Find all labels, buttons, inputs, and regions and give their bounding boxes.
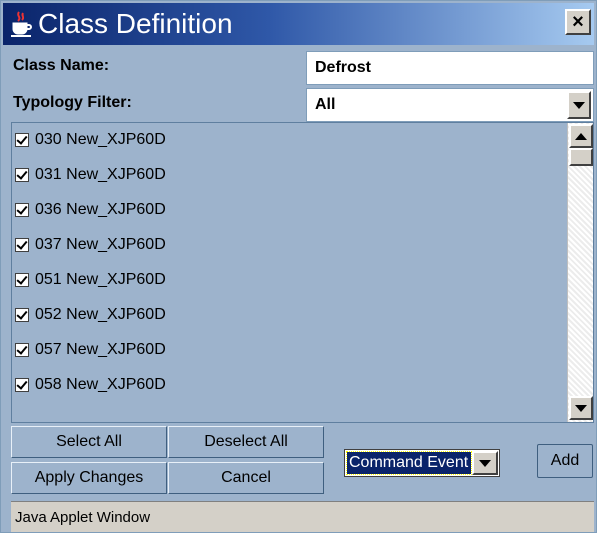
class-name-label: Class Name: [13,57,110,74]
title-bar: Class Definition × [3,3,594,45]
typology-filter-select[interactable]: All [306,88,594,122]
typology-filter-value: All [315,96,336,113]
add-button[interactable]: Add [537,444,593,478]
arrow-down-icon[interactable] [569,396,593,420]
checkmark-icon[interactable] [15,238,29,252]
list-item-label: 057 New_XJP60D [35,341,166,358]
checkmark-icon[interactable] [15,273,29,287]
typology-filter-label: Typology Filter: [13,94,132,111]
list-item-label: 031 New_XJP60D [35,166,166,183]
vertical-scrollbar[interactable] [567,123,593,422]
arrow-up-icon[interactable] [569,124,593,148]
list-item[interactable]: 030 New_XJP60D [15,127,166,153]
cancel-button[interactable]: Cancel [168,462,324,494]
list-item[interactable]: 031 New_XJP60D [15,162,166,188]
checkmark-icon[interactable] [15,308,29,322]
list-item-label: 037 New_XJP60D [35,236,166,253]
list-item-label: 051 New_XJP60D [35,271,166,288]
window-title: Class Definition [38,8,233,39]
checkmark-icon[interactable] [15,133,29,147]
status-text: Java Applet Window [15,508,151,526]
event-type-select[interactable]: Command Event [344,449,500,477]
chevron-down-icon[interactable] [472,451,498,475]
class-definition-window: Class Definition × Class Name: Defrost T… [0,0,597,533]
chevron-down-icon[interactable] [567,91,591,119]
class-name-value: Defrost [315,59,372,76]
checkmark-icon[interactable] [15,203,29,217]
list-item-label: 058 New_XJP60D [35,376,166,393]
event-type-value: Command Event [346,451,472,475]
select-all-button[interactable]: Select All [11,426,167,458]
list-item-label: 030 New_XJP60D [35,131,166,148]
checkmark-icon[interactable] [15,378,29,392]
class-list: 030 New_XJP60D 031 New_XJP60D 036 New_XJ… [11,122,594,423]
close-icon: × [572,10,584,33]
java-coffee-cup-icon [10,10,32,38]
close-button[interactable]: × [565,9,591,35]
list-item-label: 036 New_XJP60D [35,201,166,218]
deselect-all-button[interactable]: Deselect All [168,426,324,458]
applet-status-bar: Java Applet Window [11,501,594,532]
class-name-field[interactable]: Defrost [306,51,594,85]
checkmark-icon[interactable] [15,168,29,182]
scrollbar-thumb[interactable] [569,148,593,166]
list-item[interactable]: 057 New_XJP60D [15,337,166,363]
checkmark-icon[interactable] [15,343,29,357]
list-item[interactable]: 058 New_XJP60D [15,372,166,398]
list-item[interactable]: 051 New_XJP60D [15,267,166,293]
list-item[interactable]: 036 New_XJP60D [15,197,166,223]
list-item[interactable]: 037 New_XJP60D [15,232,166,258]
list-item-label: 052 New_XJP60D [35,306,166,323]
apply-changes-button[interactable]: Apply Changes [11,462,167,494]
list-item[interactable]: 052 New_XJP60D [15,302,166,328]
